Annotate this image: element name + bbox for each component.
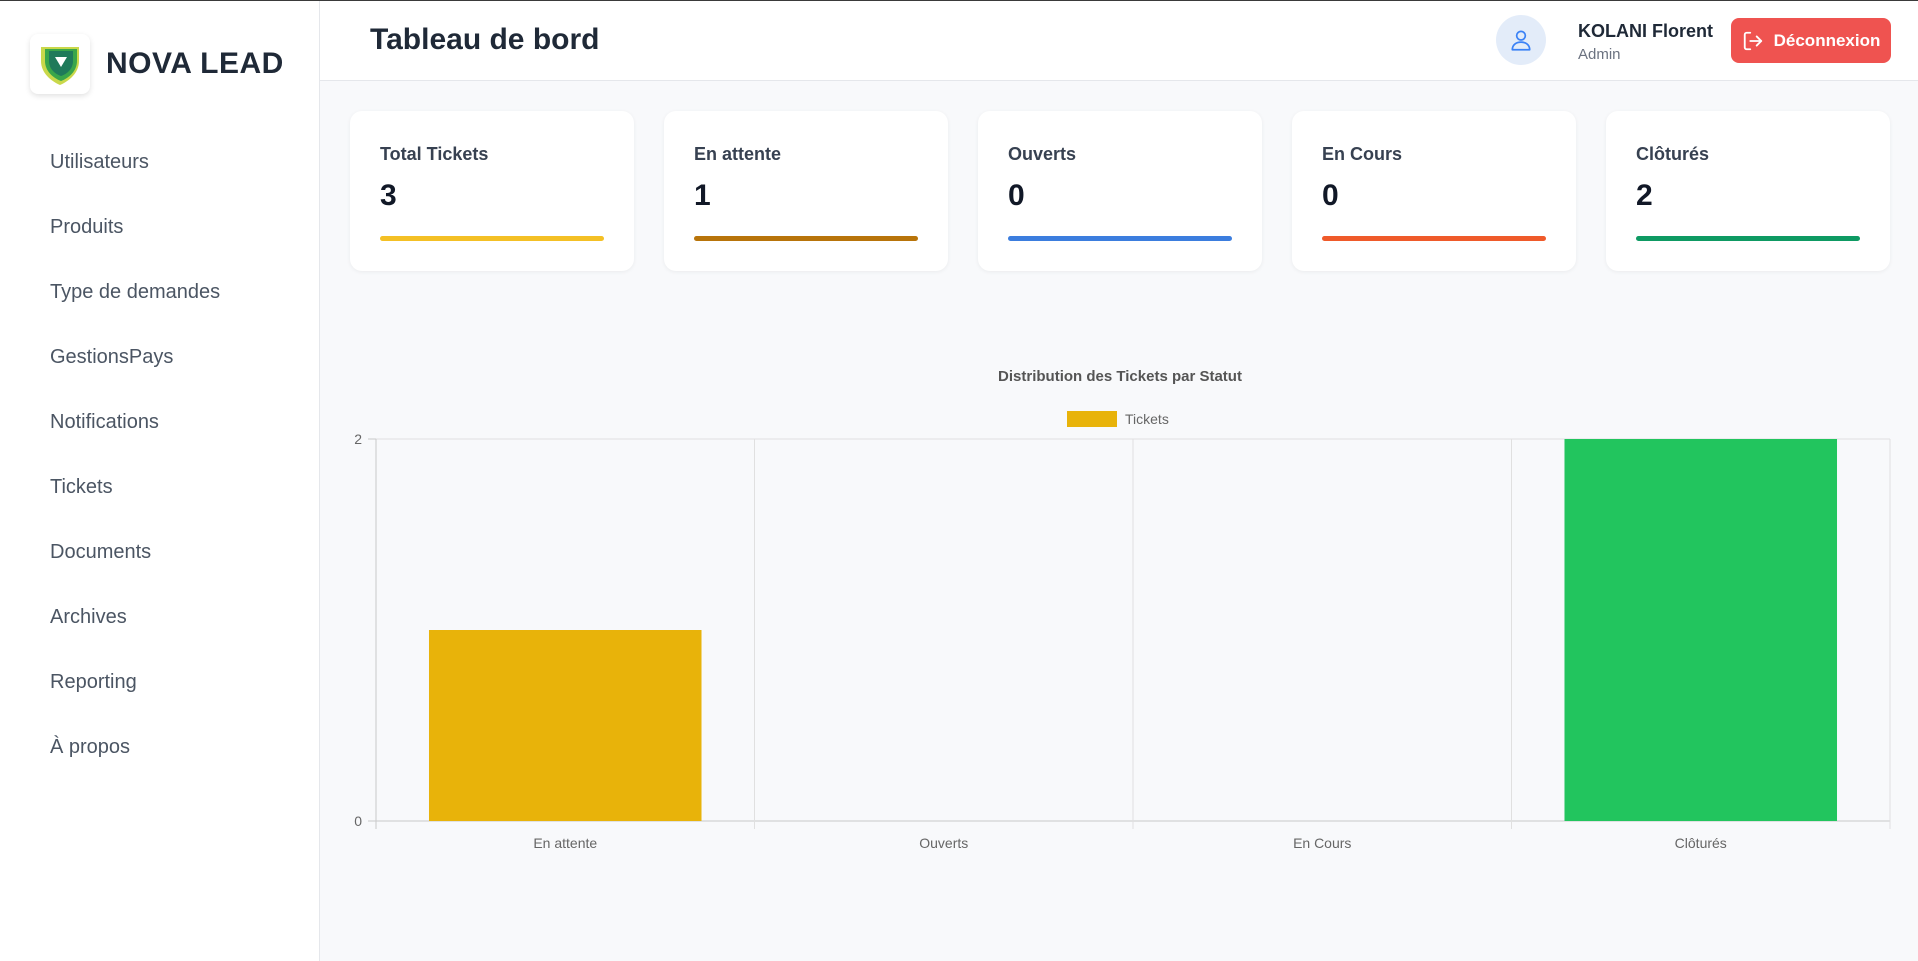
page-title: Tableau de bord: [370, 23, 600, 56]
stat-value: 0: [1322, 179, 1339, 212]
x-tick-label: En attente: [533, 835, 597, 851]
user-role: Admin: [1578, 46, 1621, 63]
bar-cl-tur-s: [1564, 439, 1838, 821]
chart-legend[interactable]: Tickets: [1067, 411, 1169, 427]
sidebar-item-utilisateurs[interactable]: Utilisateurs: [0, 137, 320, 202]
y-tick-label: 0: [354, 813, 362, 829]
stat-value: 1: [694, 179, 711, 212]
stat-bar: [380, 236, 604, 241]
logout-button[interactable]: Déconnexion: [1731, 18, 1891, 63]
stat-card-en-cours: En Cours 0: [1292, 111, 1576, 271]
stat-value: 0: [1008, 179, 1025, 212]
stat-value: 3: [380, 179, 397, 212]
stat-card-ouverts: Ouverts 0: [978, 111, 1262, 271]
logout-label: Déconnexion: [1773, 30, 1881, 50]
sidebar-item-notifications[interactable]: Notifications: [0, 397, 320, 462]
sidebar-item-a-propos[interactable]: À propos: [0, 722, 320, 787]
stat-bar: [1008, 236, 1232, 241]
stat-bar: [694, 236, 918, 241]
legend-swatch: [1067, 411, 1117, 427]
stat-label: Clôturés: [1636, 144, 1710, 164]
user-name: KOLANI Florent: [1578, 21, 1713, 41]
stat-card-clotures: Clôturés 2: [1606, 111, 1890, 271]
stat-bar: [1322, 236, 1546, 241]
stat-label: En attente: [694, 144, 782, 164]
sidebar-item-reporting[interactable]: Reporting: [0, 657, 320, 722]
logout-icon: [1743, 31, 1762, 50]
x-tick-label: En Cours: [1293, 835, 1351, 851]
stat-label: Total Tickets: [380, 144, 489, 164]
avatar[interactable]: [1496, 15, 1546, 65]
sidebar-item-documents[interactable]: Documents: [0, 527, 320, 592]
sidebar-item-produits[interactable]: Produits: [0, 202, 320, 267]
x-tick-label: Ouverts: [919, 835, 968, 851]
sidebar-nav: Utilisateurs Produits Type de demandes G…: [0, 137, 320, 787]
sidebar: NOVA LEAD Utilisateurs Produits Type de …: [0, 0, 320, 961]
stat-card-en-attente: En attente 1: [664, 111, 948, 271]
sidebar-item-tickets[interactable]: Tickets: [0, 462, 320, 527]
y-tick-label: 2: [354, 431, 362, 447]
top-header: Tableau de bord KOLANI Florent Admin Déc…: [320, 1, 1918, 81]
brand-name: NOVA LEAD: [106, 47, 284, 80]
sidebar-item-gestions-pays[interactable]: GestionsPays: [0, 332, 320, 397]
stat-label: En Cours: [1322, 144, 1403, 164]
sidebar-item-type-de-demandes[interactable]: Type de demandes: [0, 267, 320, 332]
window-top-border: [0, 0, 1918, 1]
brand[interactable]: NOVA LEAD: [30, 34, 284, 94]
user-icon: [1511, 30, 1531, 51]
stat-label: Ouverts: [1008, 144, 1077, 164]
bar-en-attente: [428, 630, 702, 821]
nova-lead-logo: [30, 34, 90, 94]
legend-label: Tickets: [1125, 411, 1169, 427]
stat-value: 2: [1636, 179, 1653, 212]
stat-card-total-tickets: Total Tickets 3: [350, 111, 634, 271]
tickets-status-bar-chart: Distribution des Tickets par Statut Tick…: [354, 368, 1891, 851]
x-tick-label: Clôturés: [1675, 835, 1727, 851]
sidebar-item-archives[interactable]: Archives: [0, 592, 320, 657]
chart-title: Distribution des Tickets par Statut: [998, 368, 1242, 385]
stat-bar: [1636, 236, 1860, 241]
